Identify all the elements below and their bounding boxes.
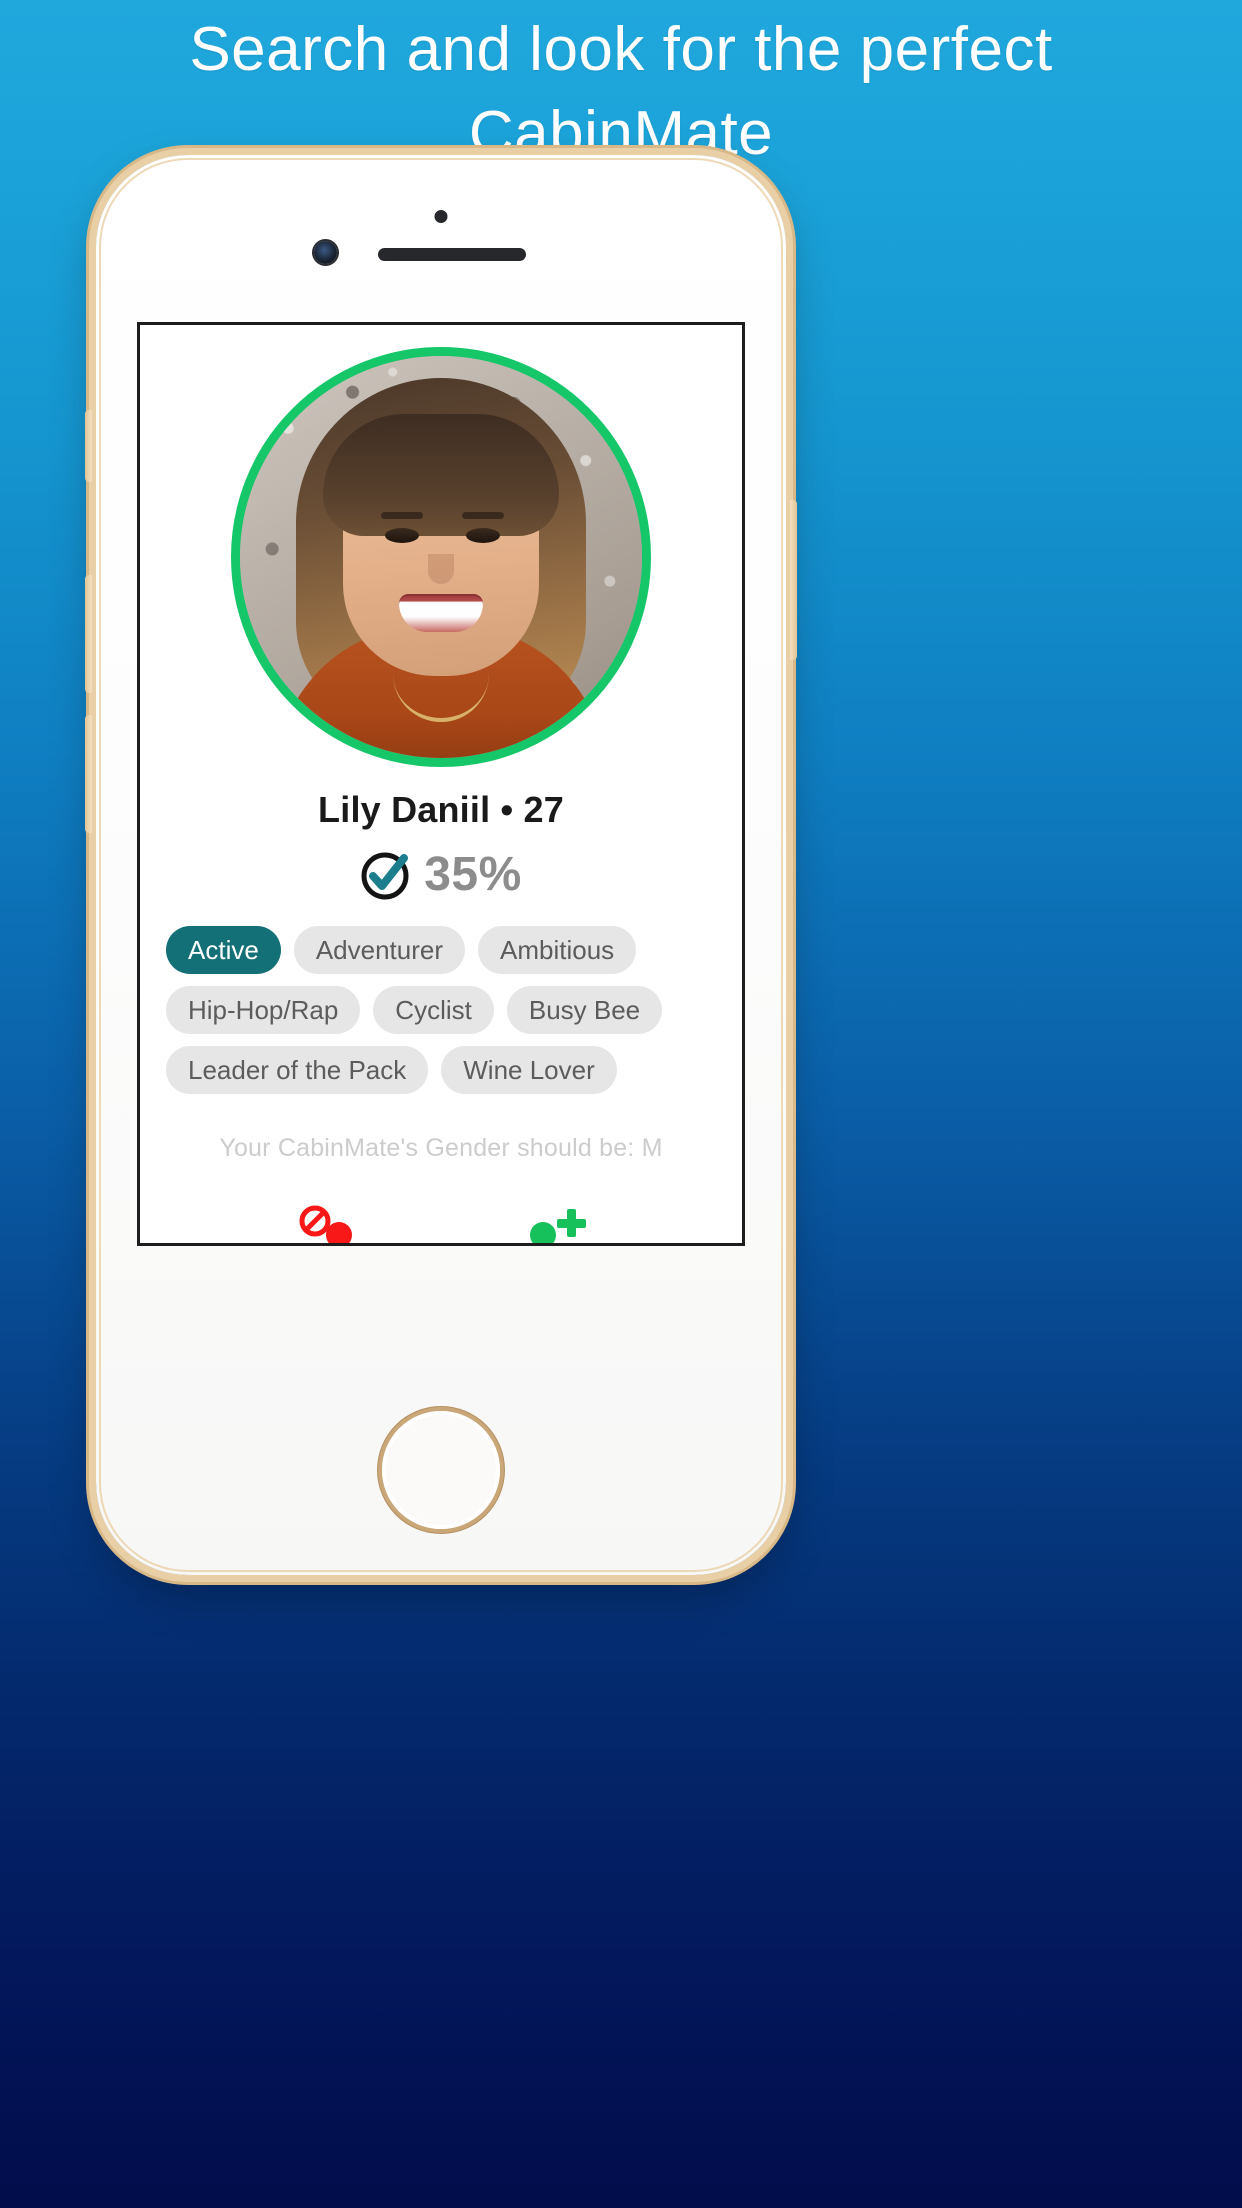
tag-chip[interactable]: Leader of the Pack <box>166 1046 429 1094</box>
match-percent-label: 35% <box>424 848 522 901</box>
action-buttons <box>166 1203 716 1246</box>
avatar[interactable] <box>231 347 651 767</box>
volume-up-button[interactable] <box>85 575 92 693</box>
profile-card: Lily Daniil • 27 35% Active Adventurer A… <box>140 325 742 1246</box>
header-line-1: Search and look for the perfect <box>189 15 1053 84</box>
interest-tags: Active Adventurer Ambitious Hip-Hop/Rap … <box>166 926 716 1094</box>
gender-preference-text: Your CabinMate's Gender should be: M <box>219 1134 663 1162</box>
reject-user-button[interactable] <box>295 1203 371 1246</box>
tag-chip[interactable]: Busy Bee <box>506 986 663 1034</box>
home-button[interactable] <box>382 1411 500 1529</box>
user-block-icon <box>299 1205 331 1237</box>
volume-down-button[interactable] <box>85 715 92 833</box>
check-circle-icon <box>361 852 409 899</box>
tag-chip[interactable]: Ambitious <box>478 926 637 974</box>
silent-switch-button[interactable] <box>85 410 92 482</box>
app-screen: Lily Daniil • 27 35% Active Adventurer A… <box>137 322 745 1246</box>
profile-name-age: Lily Daniil • 27 <box>318 789 564 830</box>
tag-chip[interactable]: Active <box>166 926 281 974</box>
promo-header: Search and look for the perfect CabinMat… <box>0 0 1242 176</box>
tag-chip[interactable]: Adventurer <box>293 926 465 974</box>
proximity-sensor-icon <box>434 210 448 223</box>
user-add-icon <box>530 1209 586 1243</box>
avatar-image <box>240 356 642 758</box>
front-camera-icon <box>314 241 337 264</box>
tag-chip[interactable]: Hip-Hop/Rap <box>166 986 361 1034</box>
match-score: 35% <box>360 847 522 902</box>
earpiece-speaker <box>378 248 526 261</box>
tag-chip[interactable]: Cyclist <box>373 986 494 1034</box>
phone-mockup: Lily Daniil • 27 35% Active Adventurer A… <box>85 155 797 1575</box>
tag-chip[interactable]: Wine Lover <box>441 1046 617 1094</box>
power-button[interactable] <box>790 500 797 660</box>
accept-user-button[interactable] <box>511 1203 587 1246</box>
